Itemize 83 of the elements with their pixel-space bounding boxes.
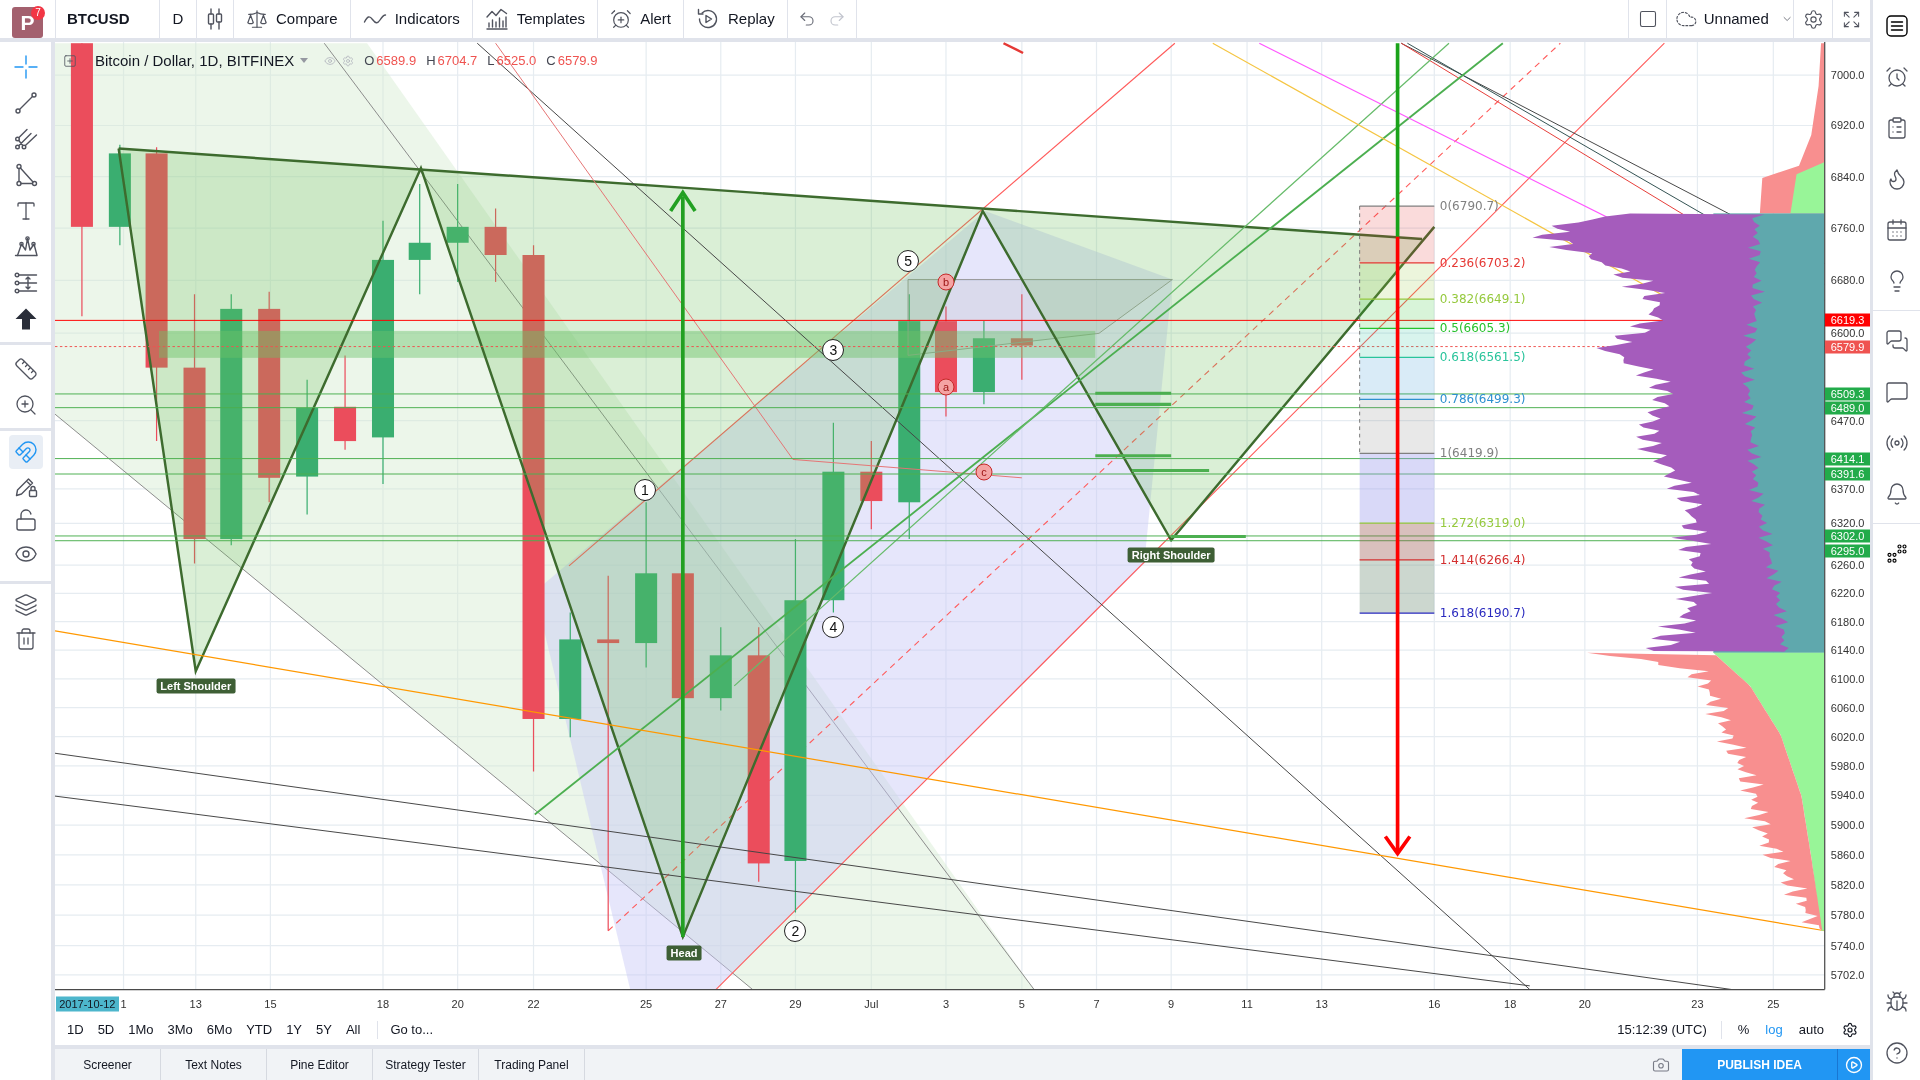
price-tag: 6579.9 <box>1824 340 1870 354</box>
price-tag: 6302.0 <box>1824 529 1870 543</box>
fib-level-label: 1.618(6190.7) <box>1439 607 1526 620</box>
price-tag: 6489.0 <box>1824 401 1870 415</box>
pattern-label: Head <box>666 945 702 961</box>
time-axis-label: 27 <box>714 998 727 1010</box>
price-axis-label: 6760.0 <box>1830 222 1865 234</box>
time-axis-label: 9 <box>1168 998 1175 1010</box>
price-axis-label: 6060.0 <box>1830 702 1865 714</box>
time-axis-label: 20 <box>451 998 464 1010</box>
wave-marker: b <box>937 273 955 291</box>
fib-level-label: 0.786(6499.3) <box>1439 393 1526 406</box>
time-axis-label: 25 <box>1767 998 1780 1010</box>
cursor-date-label: 2017-10-12 <box>56 996 119 1012</box>
fib-level-label: 1.414(6266.4) <box>1439 553 1526 566</box>
time-axis-label: 13 <box>1315 998 1328 1010</box>
ohlc-value: 6579.9 <box>557 54 598 67</box>
time-axis-label: 23 <box>1691 998 1704 1010</box>
price-axis-label: 5860.0 <box>1830 849 1865 861</box>
fib-level-label: 0(6790.7) <box>1439 200 1499 213</box>
price-axis-label: 5780.0 <box>1830 909 1865 921</box>
wave-marker: 1 <box>633 479 656 502</box>
wave-marker: 2 <box>784 919 807 942</box>
ohlc-value: 6525.0 <box>496 54 537 67</box>
wave-marker: 4 <box>822 616 845 639</box>
time-axis-label: 7 <box>1093 998 1100 1010</box>
time-axis-label: 29 <box>789 998 802 1010</box>
price-axis-label: 5820.0 <box>1830 879 1865 891</box>
price-tag: 6295.0 <box>1824 544 1870 558</box>
time-axis-label: 11 <box>1241 998 1253 1010</box>
wave-marker: 5 <box>897 250 920 273</box>
price-axis-label: 6320.0 <box>1830 517 1865 529</box>
price-axis-label: 6260.0 <box>1830 559 1865 571</box>
ohlc-label: O <box>364 54 375 67</box>
time-axis-label: 3 <box>942 998 950 1010</box>
price-axis-label: 6600.0 <box>1830 327 1865 339</box>
time-axis-label: 1 <box>120 998 127 1010</box>
fib-level-label: 1.272(6319.0) <box>1439 517 1526 530</box>
price-axis-label: 5702.0 <box>1830 969 1865 981</box>
pattern-label: Left Shoulder <box>156 678 236 694</box>
time-axis-label: 25 <box>640 998 653 1010</box>
price-tag: 6619.3 <box>1824 313 1870 327</box>
price-axis-label: 6680.0 <box>1830 274 1865 286</box>
clock-text: 15:12:39 (UTC) <box>1617 1020 1707 1039</box>
price-axis-label: 6470.0 <box>1830 415 1865 426</box>
price-axis-label: 6920.0 <box>1830 120 1865 131</box>
pattern-label: Right Shoulder <box>1127 547 1215 563</box>
time-axis-label: 15 <box>264 998 277 1010</box>
price-axis-label: 7000.0 <box>1830 69 1865 81</box>
time-axis-label: 20 <box>1578 998 1591 1010</box>
price-axis-label: 6100.0 <box>1830 673 1865 685</box>
wave-marker: 3 <box>822 339 845 362</box>
price-tag: 6509.3 <box>1824 387 1870 401</box>
fib-level-label: 1(6419.9) <box>1439 447 1499 460</box>
price-tag: 6414.1 <box>1824 452 1870 466</box>
time-axis-label: 13 <box>189 998 202 1010</box>
price-axis-label: 6020.0 <box>1830 731 1865 743</box>
fib-level-label: 0.5(6605.3) <box>1439 322 1511 335</box>
ohlc-value: 6704.7 <box>437 54 478 67</box>
price-axis-label: 5940.0 <box>1830 789 1865 801</box>
price-axis-label: 6370.0 <box>1830 483 1865 495</box>
time-axis-label: 18 <box>376 998 390 1010</box>
ohlc-label: C <box>546 54 556 67</box>
time-axis-label: Jul <box>864 998 879 1010</box>
price-axis-label: 6180.0 <box>1830 616 1865 628</box>
ohlc-value: 6589.9 <box>376 54 417 67</box>
price-axis-label: 6140.0 <box>1830 644 1865 656</box>
fib-level-label: 0.618(6561.5) <box>1439 351 1526 364</box>
price-axis-label: 6220.0 <box>1830 587 1865 599</box>
price-tag: 6391.6 <box>1824 467 1870 481</box>
symbol-title: Bitcoin / Dollar, 1D, BITFINEX <box>95 53 295 68</box>
price-axis-label: 5740.0 <box>1830 940 1865 952</box>
price-axis-label: 5900.0 <box>1830 819 1865 831</box>
price-axis-label: 5980.0 <box>1830 760 1865 772</box>
time-axis-label: 16 <box>1428 998 1441 1010</box>
wave-marker: c <box>975 463 993 481</box>
price-axis-label: 6840.0 <box>1830 171 1865 183</box>
ohlc-label: H <box>426 54 436 67</box>
fib-level-label: 0.382(6649.1) <box>1439 293 1526 306</box>
time-axis-label: 5 <box>1018 998 1025 1010</box>
time-axis-label: 22 <box>527 998 540 1010</box>
ohlc-label: L <box>487 54 495 67</box>
time-axis-label: 18 <box>1504 998 1517 1010</box>
